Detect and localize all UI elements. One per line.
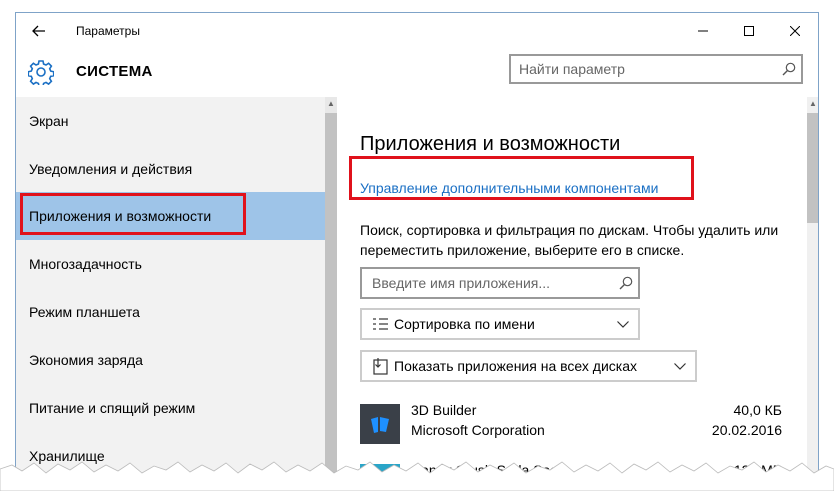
- maximize-button[interactable]: [726, 13, 772, 49]
- main-scroll-thumb[interactable]: [807, 113, 818, 223]
- app-size: 40,0 КБ: [733, 402, 782, 418]
- sidebar-item-battery-saver[interactable]: Экономия заряда: [16, 336, 325, 384]
- settings-window: Параметры СИСТЕМА Найти параметр Экран У…: [0, 0, 834, 491]
- section-title: СИСТЕМА: [76, 63, 153, 80]
- page-title: Приложения и возможности: [360, 133, 621, 155]
- app-name: 3D Builder: [411, 402, 477, 418]
- sidebar-item-label: Питание и спящий режим: [29, 400, 196, 416]
- minimize-icon: [698, 30, 708, 32]
- arrow-left-icon: [32, 25, 45, 37]
- app-publisher: Microsoft Corporation: [411, 422, 545, 438]
- sidebar-item-label: Уведомления и действия: [29, 161, 193, 177]
- sort-list-icon: [368, 317, 394, 331]
- sidebar-item-display[interactable]: Экран: [16, 97, 325, 145]
- sidebar-item-label: Режим планшета: [29, 304, 140, 320]
- scroll-up-icon[interactable]: ▲: [327, 99, 335, 108]
- close-button[interactable]: [772, 13, 818, 49]
- settings-search-input[interactable]: [511, 60, 777, 78]
- sidebar-item-label: Многозадачность: [29, 256, 142, 272]
- app-search-input[interactable]: [362, 274, 614, 292]
- 3d-builder-icon: [360, 404, 400, 444]
- settings-search[interactable]: [509, 54, 803, 84]
- title-bar: Параметры: [16, 13, 818, 49]
- description-text: Поиск, сортировка и фильтрация по дискам…: [360, 222, 779, 258]
- close-icon: [790, 26, 800, 36]
- app-list-item[interactable]: 3D Builder Microsoft Corporation 40,0 КБ…: [360, 402, 790, 446]
- manage-optional-features-link[interactable]: Управление дополнительными компонентами: [360, 180, 658, 196]
- settings-header: СИСТЕМА: [16, 49, 818, 97]
- sidebar-item-label: Экономия заряда: [29, 352, 143, 368]
- window-controls: [680, 13, 818, 49]
- app-search[interactable]: [360, 267, 640, 299]
- search-icon[interactable]: [614, 271, 638, 295]
- sidebar-item-label: Экран: [29, 113, 69, 129]
- sidebar-item-power-sleep[interactable]: Питание и спящий режим: [16, 384, 325, 432]
- window-title: Параметры: [76, 24, 140, 38]
- sidebar-item-apps[interactable]: Приложения и возможности: [16, 192, 325, 240]
- main-panel: Приложения и возможности Управление допо…: [337, 97, 807, 481]
- drive-filter-dropdown[interactable]: Показать приложения на всех дисках: [360, 350, 697, 382]
- chevron-down-icon: [665, 362, 695, 370]
- torn-edge: [0, 461, 834, 491]
- sidebar-item-multitasking[interactable]: Многозадачность: [16, 240, 325, 288]
- maximize-icon: [744, 26, 754, 36]
- sidebar: Экран Уведомления и действия Приложения …: [16, 97, 325, 481]
- sidebar-scroll-thumb[interactable]: [325, 113, 337, 481]
- drive-filter-icon: [368, 357, 394, 375]
- sidebar-item-label: Приложения и возможности: [29, 208, 212, 224]
- app-date: 20.02.2016: [711, 422, 782, 438]
- window-frame: Параметры СИСТЕМА Найти параметр Экран У…: [15, 12, 819, 482]
- back-button[interactable]: [16, 13, 62, 49]
- minimize-button[interactable]: [680, 13, 726, 49]
- search-icon[interactable]: [777, 57, 801, 81]
- gear-icon: [28, 60, 54, 85]
- sort-dropdown[interactable]: Сортировка по имени: [360, 308, 640, 340]
- sidebar-item-tablet-mode[interactable]: Режим планшета: [16, 288, 325, 336]
- sidebar-item-notifications[interactable]: Уведомления и действия: [16, 145, 325, 193]
- scroll-up-icon[interactable]: ▲: [809, 99, 817, 108]
- sort-dropdown-label: Сортировка по имени: [394, 316, 535, 332]
- drive-filter-label: Показать приложения на всех дисках: [394, 358, 637, 374]
- chevron-down-icon: [608, 320, 638, 328]
